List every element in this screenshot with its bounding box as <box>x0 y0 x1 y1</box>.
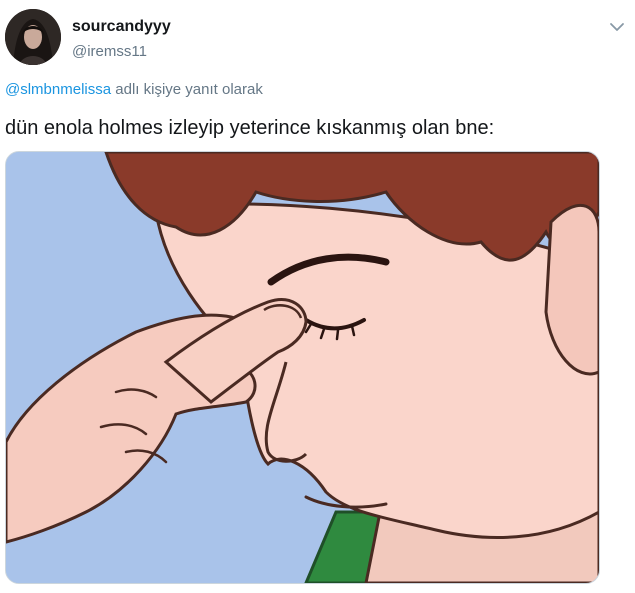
chevron-down-icon[interactable] <box>607 19 627 35</box>
tweet-text: dün enola holmes izleyip yeterince kıska… <box>5 117 495 139</box>
facepalm-illustration <box>6 152 599 583</box>
reply-context: @slmbnmelissa adlı kişiye yanıt olarak <box>5 80 263 100</box>
avatar[interactable] <box>5 9 61 65</box>
avatar-photo <box>5 9 61 65</box>
author-handle[interactable]: @iremss11 <box>72 42 147 62</box>
author-display-name[interactable]: sourcandyyy <box>72 17 171 37</box>
tweet-media[interactable] <box>5 151 600 584</box>
reply-mention-link[interactable]: @slmbnmelissa <box>5 81 111 98</box>
reply-context-suffix: adlı kişiye yanıt olarak <box>111 81 263 98</box>
